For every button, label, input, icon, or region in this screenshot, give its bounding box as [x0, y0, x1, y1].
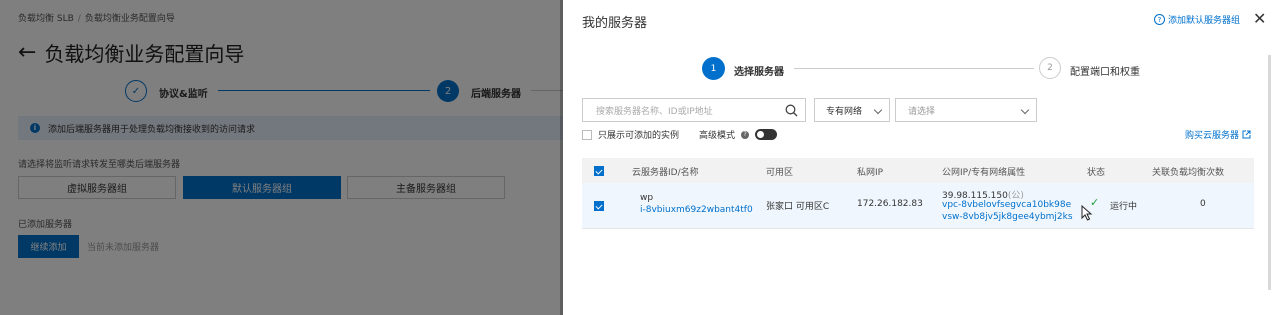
- search-icon[interactable]: [785, 104, 798, 117]
- column-header: 私网IP: [857, 168, 884, 178]
- instance-id-link[interactable]: i-8vbiuxm69z2wbant4tf0: [640, 205, 753, 215]
- column-header: 公网IP/专有网络属性: [942, 168, 1026, 178]
- network-type-select[interactable]: 专有网络: [814, 98, 890, 122]
- close-icon[interactable]: ✕: [1253, 9, 1266, 28]
- vpc-select[interactable]: 请选择: [895, 98, 1037, 122]
- vswitch-id-link[interactable]: vsw-8vb8jv5jk8gee4ybmj2ks: [942, 212, 1073, 222]
- search-input[interactable]: 搜索服务器名称、ID或IP地址: [582, 98, 806, 122]
- table-header: 云服务器ID/名称 可用区 私网IP 公网IP/专有网络属性 状态 关联负载均衡…: [582, 158, 1254, 183]
- add-default-server-group-link[interactable]: ? 添加默认服务器组: [1154, 13, 1240, 26]
- column-header: 状态: [1087, 168, 1106, 178]
- step-connector: [794, 68, 1034, 69]
- zone: 张家口 可用区C: [766, 202, 830, 212]
- modal-overlay[interactable]: [0, 0, 563, 315]
- lb-count: 0: [1200, 199, 1206, 209]
- step-number: 2: [1039, 57, 1061, 79]
- advanced-mode-label: 高级模式: [699, 131, 736, 141]
- chevron-down-icon: [1020, 105, 1030, 115]
- drawer-scrollbar[interactable]: [1268, 55, 1271, 290]
- vpc-id-link[interactable]: vpc-8vbelovfsegvca10bk98e: [942, 200, 1071, 210]
- instance-name: wp: [640, 193, 654, 203]
- private-ip: 172.26.182.83: [857, 199, 923, 209]
- column-header: 关联负载均衡次数: [1152, 168, 1225, 178]
- only-addable-label: 只展示可添加的实例: [598, 131, 680, 141]
- help-icon[interactable]: ?: [741, 130, 750, 139]
- step-number: 1: [702, 57, 725, 80]
- only-addable-checkbox[interactable]: [582, 129, 592, 140]
- column-header: 云服务器ID/名称: [632, 168, 699, 178]
- buy-ecs-link[interactable]: 购买云服务器: [1185, 128, 1251, 141]
- row-checkbox[interactable]: [594, 201, 604, 211]
- select-all-checkbox[interactable]: [594, 166, 604, 176]
- servers-table: 云服务器ID/名称 可用区 私网IP 公网IP/专有网络属性 状态 关联负载均衡…: [582, 158, 1254, 229]
- network-type-value: 专有网络: [826, 106, 863, 117]
- external-link-icon: [1242, 130, 1251, 139]
- step-label: 配置端口和权重: [1070, 67, 1140, 78]
- buy-ecs-text[interactable]: 购买云服务器: [1185, 128, 1239, 141]
- advanced-mode-toggle[interactable]: [755, 129, 778, 140]
- chevron-down-icon: [873, 105, 883, 115]
- search-placeholder: 搜索服务器名称、ID或IP地址: [596, 106, 713, 117]
- table-row[interactable]: wp i-8vbiuxm69z2wbant4tf0 张家口 可用区C 172.2…: [582, 183, 1254, 229]
- column-header: 可用区: [766, 168, 794, 178]
- mouse-cursor-icon: [1081, 205, 1093, 221]
- vpc-select-placeholder: 请选择: [908, 106, 936, 117]
- my-servers-drawer: 我的服务器 ? 添加默认服务器组 ✕ 1 选择服务器 2 配置端口和权重 搜索服…: [563, 0, 1280, 315]
- help-link-text[interactable]: 添加默认服务器组: [1168, 13, 1240, 26]
- help-icon: ?: [1154, 14, 1165, 25]
- filter-options: 只展示可添加的实例 高级模式 ?: [582, 128, 778, 141]
- drawer-title: 我的服务器: [582, 16, 648, 31]
- status-text: 运行中: [1110, 202, 1138, 212]
- step-label: 选择服务器: [734, 67, 784, 78]
